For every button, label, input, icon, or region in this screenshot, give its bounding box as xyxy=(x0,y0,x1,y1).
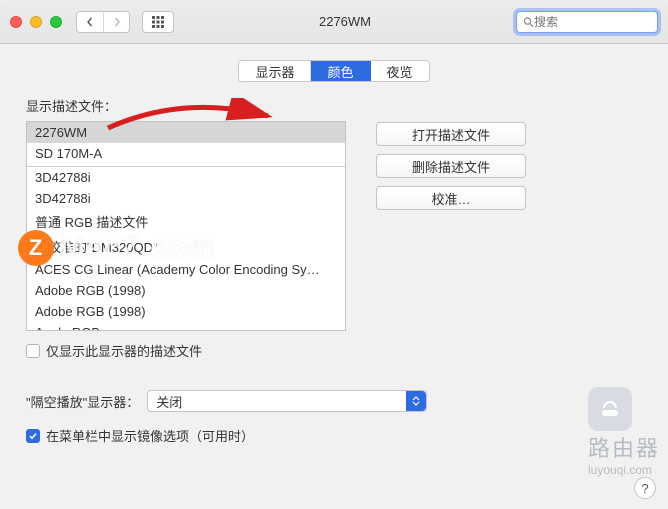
airplay-label: "隔空播放"显示器： xyxy=(26,392,139,411)
titlebar: 2276WM xyxy=(0,0,668,44)
forward-button[interactable] xyxy=(103,12,129,32)
list-item[interactable]: Adobe RGB (1998) xyxy=(27,301,345,322)
search-icon xyxy=(523,16,534,28)
help-button[interactable]: ? xyxy=(634,477,656,499)
profile-list-label: 显示描述文件： xyxy=(26,96,346,115)
airplay-popup[interactable]: 关闭 xyxy=(147,390,427,412)
show-only-label: 仅显示此显示器的描述文件 xyxy=(46,341,202,360)
airplay-value: 关闭 xyxy=(156,392,182,411)
search-input[interactable] xyxy=(534,15,651,29)
chevron-updown-icon xyxy=(406,391,426,411)
tab-color[interactable]: 颜色 xyxy=(310,61,370,81)
zoom-icon[interactable] xyxy=(50,16,62,28)
tab-display[interactable]: 显示器 xyxy=(239,61,310,81)
calibrate-button[interactable]: 校准… xyxy=(376,186,526,210)
tab-bar: 显示器 颜色 夜览 xyxy=(26,60,642,82)
list-item[interactable]: 2276WM xyxy=(27,122,345,143)
list-item[interactable]: 普通 RGB 描述文件 xyxy=(27,209,345,234)
mirror-checkbox[interactable] xyxy=(26,429,40,443)
list-item[interactable]: Apple RGB xyxy=(27,322,345,331)
mirror-label: 在菜单栏中显示镜像选项（可用时） xyxy=(46,426,254,445)
show-only-checkbox[interactable] xyxy=(26,344,40,358)
list-item[interactable]: 3D42788i xyxy=(27,166,345,188)
list-item[interactable]: 3D42788i xyxy=(27,188,345,209)
window-title: 2276WM xyxy=(174,14,516,29)
search-field[interactable] xyxy=(516,11,658,33)
list-item[interactable]: SD 170M-A xyxy=(27,143,345,164)
nav-buttons xyxy=(76,11,130,33)
list-item[interactable]: 已校准的"DM320QD" xyxy=(27,234,345,259)
show-all-button[interactable] xyxy=(142,11,174,33)
preferences-window: 2276WM 显示器 颜色 夜览 显示描述文件： 2276WM SD 17 xyxy=(0,0,668,509)
window-controls xyxy=(10,16,62,28)
open-profile-button[interactable]: 打开描述文件 xyxy=(376,122,526,146)
minimize-icon[interactable] xyxy=(30,16,42,28)
list-item[interactable]: ACES CG Linear (Academy Color Encoding S… xyxy=(27,259,345,280)
tab-nightshift[interactable]: 夜览 xyxy=(371,61,429,81)
content-area: 显示器 颜色 夜览 显示描述文件： 2276WM SD 170M-A 3D427… xyxy=(0,44,668,370)
list-item[interactable]: Adobe RGB (1998) xyxy=(27,280,345,301)
profile-listbox[interactable]: 2276WM SD 170M-A 3D42788i 3D42788i 普通 RG… xyxy=(26,121,346,331)
close-icon[interactable] xyxy=(10,16,22,28)
back-button[interactable] xyxy=(77,12,103,32)
delete-profile-button[interactable]: 删除描述文件 xyxy=(376,154,526,178)
footer-area: "隔空播放"显示器： 关闭 在菜单栏中显示镜像选项（可用时） xyxy=(0,370,668,465)
